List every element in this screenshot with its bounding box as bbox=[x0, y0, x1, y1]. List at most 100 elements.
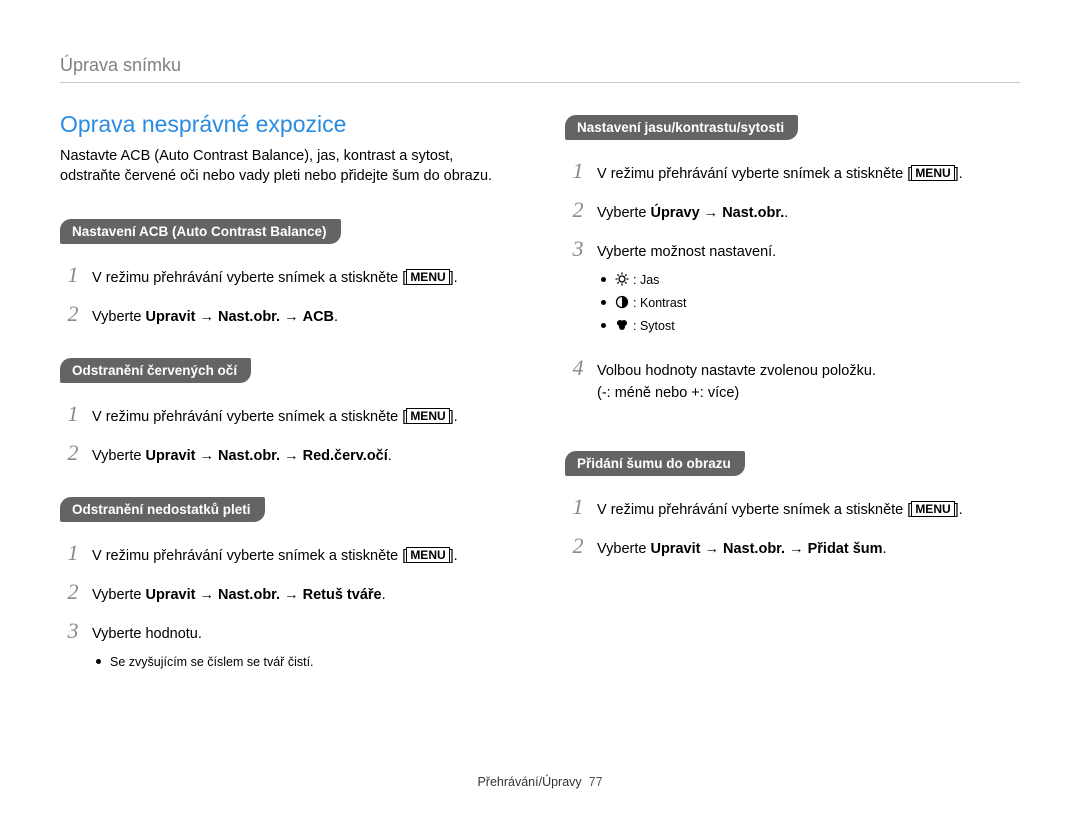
step: 1 V režimu přehrávání vyberte snímek a s… bbox=[565, 490, 1020, 523]
list-item: : Kontrast bbox=[601, 294, 1020, 315]
text: Vyberte bbox=[92, 587, 145, 603]
step-number: 2 bbox=[60, 297, 86, 330]
text: Vyberte bbox=[597, 205, 650, 221]
bold: Upravit bbox=[650, 541, 700, 557]
text: . bbox=[382, 587, 386, 603]
step-number: 3 bbox=[60, 614, 86, 647]
bold: Upravit bbox=[145, 448, 195, 464]
pill-redeye: Odstranění červených očí bbox=[60, 358, 251, 383]
pill-bcs: Nastavení jasu/kontrastu/sytosti bbox=[565, 115, 798, 140]
step-body: Vyberte Upravit → Nast.obr. → ACB. bbox=[92, 307, 515, 329]
bold: ACB bbox=[303, 309, 334, 325]
step-body: V režimu přehrávání vyberte snímek a sti… bbox=[597, 164, 1020, 186]
text: ]. bbox=[450, 270, 458, 286]
step: 2 Vyberte Upravit → Nast.obr. → Retuš tv… bbox=[60, 575, 515, 608]
list-item: Se zvyšujícím se číslem se tvář čistí. bbox=[96, 653, 515, 672]
footer-section: Přehrávání/Úpravy bbox=[477, 775, 581, 789]
bold: Upravit bbox=[145, 587, 195, 603]
step: 4 Volbou hodnoty nastavte zvolenou polož… bbox=[565, 351, 1020, 405]
step-number: 2 bbox=[60, 436, 86, 469]
text: . bbox=[883, 541, 887, 557]
step-body: Vyberte Upravit → Nast.obr. → Retuš tvář… bbox=[92, 585, 515, 607]
bold: Nast.obr. bbox=[218, 448, 280, 464]
step: 3 Vyberte hodnotu. bbox=[60, 614, 515, 647]
bold: Upravit bbox=[145, 309, 195, 325]
text: . bbox=[334, 309, 338, 325]
step-number: 2 bbox=[565, 193, 591, 226]
list-item: : Jas bbox=[601, 271, 1020, 292]
section-title: Oprava nesprávné expozice bbox=[60, 111, 515, 138]
step-number: 2 bbox=[565, 529, 591, 562]
text: ]. bbox=[955, 502, 963, 518]
bullet-list: : Jas : Kontrast : Sytost bbox=[601, 271, 1020, 337]
text: V režimu přehrávání vyberte snímek a sti… bbox=[597, 502, 911, 518]
step: 1 V režimu přehrávání vyberte snímek a s… bbox=[60, 397, 515, 430]
menu-button-label: MENU bbox=[406, 408, 449, 424]
step-body: Vyberte možnost nastavení. bbox=[597, 242, 1020, 264]
arrow-icon: → bbox=[704, 541, 719, 557]
step: 3 Vyberte možnost nastavení. bbox=[565, 232, 1020, 265]
menu-button-label: MENU bbox=[911, 165, 954, 181]
text: ]. bbox=[955, 166, 963, 182]
menu-button-label: MENU bbox=[406, 269, 449, 285]
text: : Sytost bbox=[633, 319, 675, 333]
page-header: Úprava snímku bbox=[60, 55, 1020, 83]
step: 1 V režimu přehrávání vyberte snímek a s… bbox=[565, 154, 1020, 187]
arrow-icon: → bbox=[199, 309, 214, 325]
text: V režimu přehrávání vyberte snímek a sti… bbox=[597, 166, 911, 182]
arrow-icon: → bbox=[284, 309, 299, 325]
bold: Nast.obr. bbox=[723, 541, 785, 557]
text: . bbox=[388, 448, 392, 464]
step-body: Volbou hodnoty nastavte zvolenou položku… bbox=[597, 361, 1020, 405]
text: ]. bbox=[450, 409, 458, 425]
pill-skin: Odstranění nedostatků pleti bbox=[60, 497, 265, 522]
step-number: 1 bbox=[60, 536, 86, 569]
step-body: Vyberte Upravit → Nast.obr. → Přidat šum… bbox=[597, 539, 1020, 561]
saturation-icon bbox=[615, 318, 629, 338]
step-number: 3 bbox=[565, 232, 591, 265]
step-number: 1 bbox=[565, 154, 591, 187]
bold: Red.červ.očí bbox=[303, 448, 388, 464]
menu-button-label: MENU bbox=[911, 501, 954, 517]
bold: Přidat šum bbox=[808, 541, 883, 557]
text: ]. bbox=[450, 548, 458, 564]
bullet-list: Se zvyšujícím se číslem se tvář čistí. bbox=[96, 653, 515, 672]
step-body: V režimu přehrávání vyberte snímek a sti… bbox=[597, 500, 1020, 522]
step-body: V režimu přehrávání vyberte snímek a sti… bbox=[92, 268, 515, 290]
arrow-icon: → bbox=[284, 448, 299, 464]
step: 2 Vyberte Úpravy → Nast.obr.. bbox=[565, 193, 1020, 226]
text: . bbox=[784, 205, 788, 221]
step-body: Vyberte Upravit → Nast.obr. → Red.červ.o… bbox=[92, 446, 515, 468]
bold: Nast.obr. bbox=[218, 587, 280, 603]
bold: Nast.obr. bbox=[722, 205, 784, 221]
step-body: V režimu přehrávání vyberte snímek a sti… bbox=[92, 546, 515, 568]
pill-acb: Nastavení ACB (Auto Contrast Balance) bbox=[60, 219, 341, 244]
arrow-icon: → bbox=[704, 205, 719, 221]
page-number: 77 bbox=[589, 775, 603, 789]
bold: Nast.obr. bbox=[218, 309, 280, 325]
list-item: : Sytost bbox=[601, 317, 1020, 338]
text: : Jas bbox=[633, 273, 659, 287]
text: Vyberte bbox=[92, 448, 145, 464]
step-number: 4 bbox=[565, 351, 591, 384]
text: V režimu přehrávání vyberte snímek a sti… bbox=[92, 548, 406, 564]
step: 2 Vyberte Upravit → Nast.obr. → ACB. bbox=[60, 297, 515, 330]
step-body: Vyberte hodnotu. bbox=[92, 624, 515, 646]
step: 2 Vyberte Upravit → Nast.obr. → Red.červ… bbox=[60, 436, 515, 469]
text: (-: méně nebo +: více) bbox=[597, 385, 739, 401]
step: 1 V režimu přehrávání vyberte snímek a s… bbox=[60, 536, 515, 569]
step-number: 1 bbox=[565, 490, 591, 523]
manual-page: Úprava snímku Oprava nesprávné expozice … bbox=[0, 0, 1080, 815]
arrow-icon: → bbox=[199, 587, 214, 603]
arrow-icon: → bbox=[284, 587, 299, 603]
contrast-icon bbox=[615, 295, 629, 315]
pill-noise: Přidání šumu do obrazu bbox=[565, 451, 745, 476]
step: 2 Vyberte Upravit → Nast.obr. → Přidat š… bbox=[565, 529, 1020, 562]
arrow-icon: → bbox=[199, 448, 214, 464]
step-number: 2 bbox=[60, 575, 86, 608]
brightness-icon bbox=[615, 272, 629, 292]
step-body: V režimu přehrávání vyberte snímek a sti… bbox=[92, 407, 515, 429]
text: Volbou hodnoty nastavte zvolenou položku… bbox=[597, 363, 876, 379]
intro-text: Nastavte ACB (Auto Contrast Balance), ja… bbox=[60, 146, 515, 187]
menu-button-label: MENU bbox=[406, 547, 449, 563]
